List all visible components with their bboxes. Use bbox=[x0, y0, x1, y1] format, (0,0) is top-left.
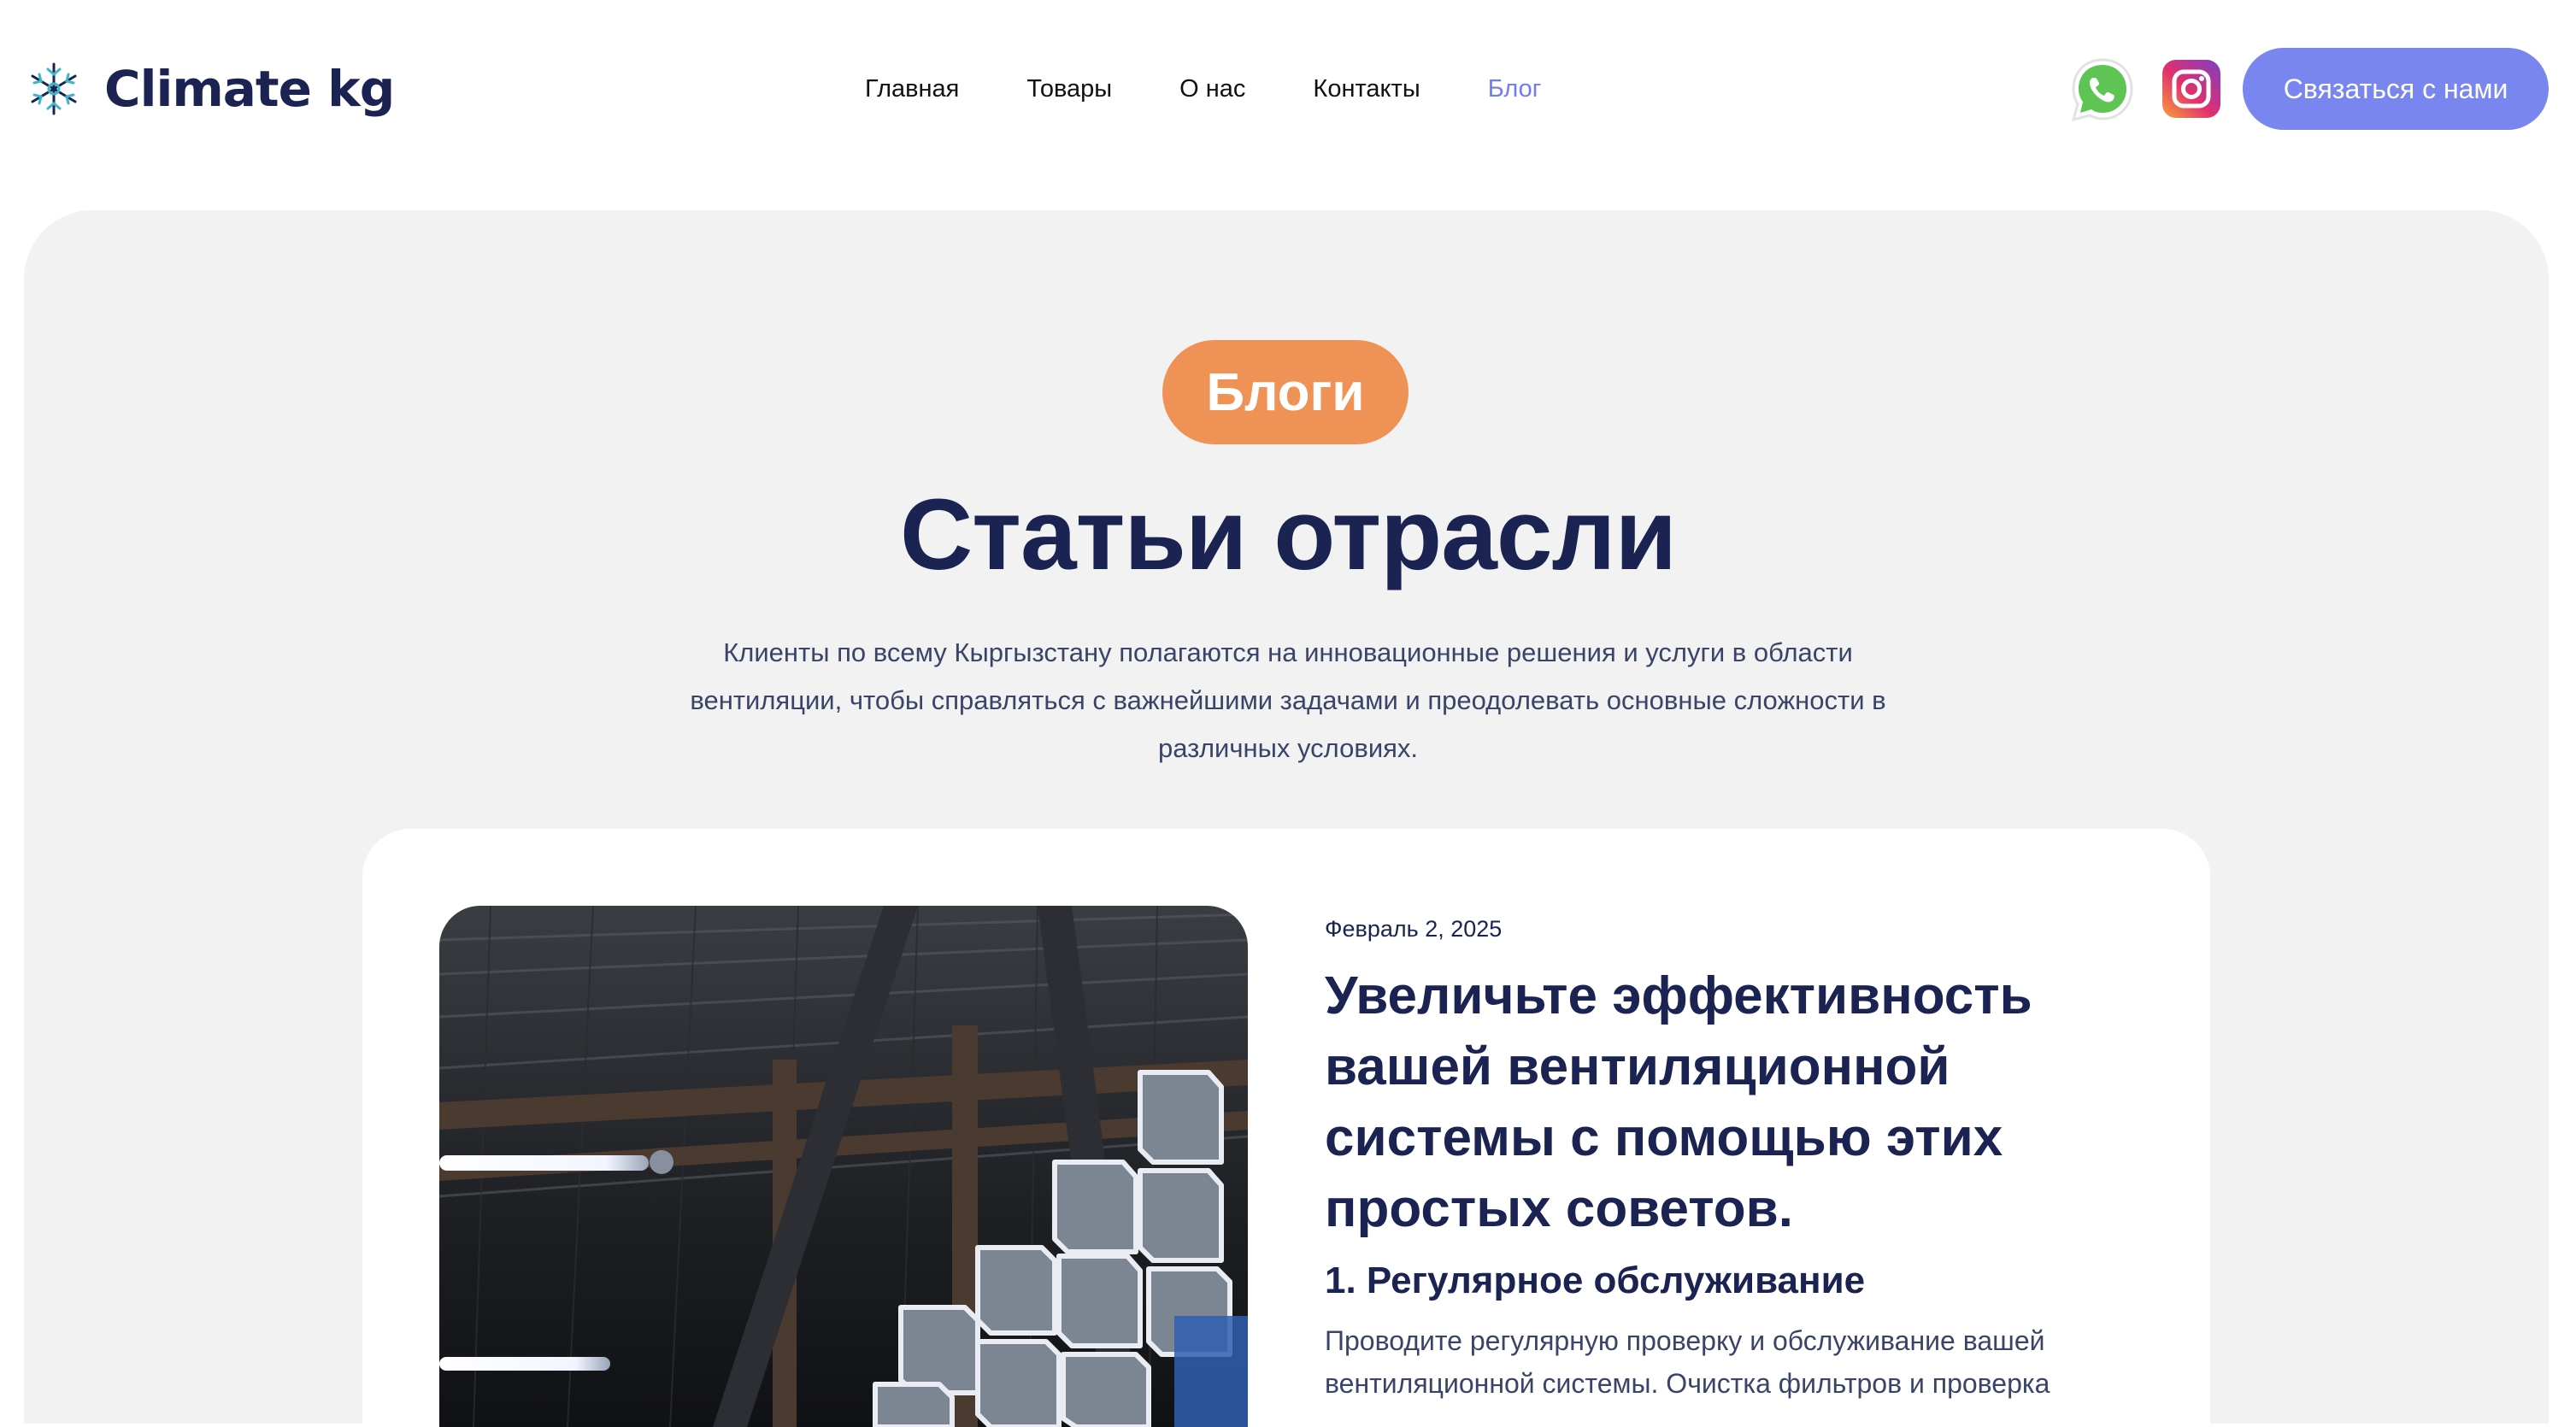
instagram-icon[interactable] bbox=[2162, 60, 2220, 118]
nav-item-blog[interactable]: Блог bbox=[1488, 75, 1542, 103]
article-title[interactable]: Увеличьте эффективность вашей вентиляцио… bbox=[1325, 960, 2145, 1244]
whatsapp-icon[interactable] bbox=[2067, 55, 2138, 126]
blogs-badge: Блоги bbox=[1162, 340, 1409, 444]
snowflake-fan-icon bbox=[31, 62, 77, 115]
brand-logo[interactable]: Climate kg bbox=[24, 55, 395, 123]
article-date: Февраль 2, 2025 bbox=[1325, 916, 1503, 942]
article-excerpt: Проводите регулярную проверку и обслужив… bbox=[1325, 1325, 2050, 1399]
nav-item-about[interactable]: О нас bbox=[1179, 75, 1245, 103]
site-header: Climate kg Главная Товары О нас Контакты… bbox=[0, 0, 2576, 178]
brand-name: Climate kg bbox=[104, 60, 395, 118]
nav-item-products[interactable]: Товары bbox=[1026, 75, 1112, 103]
page-title: Статьи отрасли bbox=[899, 479, 1677, 591]
nav-item-contacts[interactable]: Контакты bbox=[1313, 75, 1420, 103]
page-subtitle: Клиенты по всему Кыргызстану полагаются … bbox=[690, 637, 1886, 763]
ventilation-duct-photo bbox=[439, 906, 1248, 1427]
main-nav: Главная Товары О нас Контакты Блог bbox=[865, 70, 1541, 108]
contact-us-button[interactable]: Связаться с нами bbox=[2243, 48, 2549, 130]
article-image[interactable] bbox=[439, 906, 1248, 1427]
article-subheading: 1. Регулярное обслуживание bbox=[1325, 1260, 1866, 1301]
nav-item-home[interactable]: Главная bbox=[865, 75, 959, 103]
